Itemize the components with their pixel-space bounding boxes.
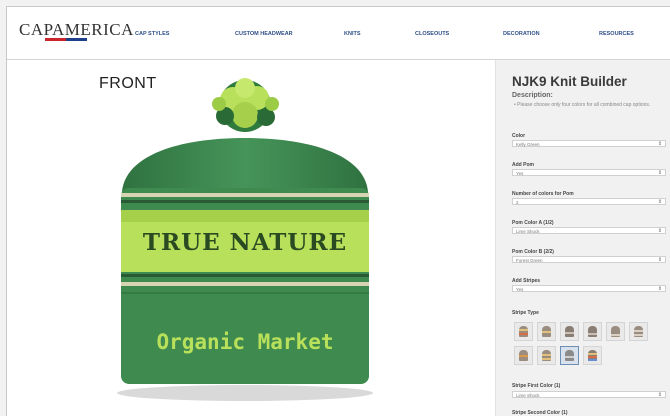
stripe-first-color-select[interactable]: Lime Shock ⇕ bbox=[512, 391, 666, 398]
stripe-type-option-3[interactable] bbox=[560, 322, 579, 341]
beanie-cuff-line bbox=[121, 292, 369, 294]
stripe-type-option-2[interactable] bbox=[537, 322, 556, 341]
pom-color-a-label: Pom Color A (1/2) bbox=[512, 220, 554, 226]
stripe-type-option-9[interactable] bbox=[560, 346, 579, 365]
color-select[interactable]: Kelly Green ⇕ bbox=[512, 140, 666, 147]
pom-pom bbox=[212, 78, 279, 132]
beanie-accent-stripe-1 bbox=[121, 193, 369, 197]
nav-decoration[interactable]: DECORATION bbox=[503, 31, 540, 37]
stripe-type-icon bbox=[634, 326, 643, 337]
preview-area: FRONT TRUE NATURE Organic Market bbox=[7, 60, 495, 416]
nav-custom-headwear[interactable]: CUSTOM HEADWEAR bbox=[235, 31, 293, 37]
stripe-type-icon bbox=[519, 326, 528, 337]
pom-color-b-label: Pom Color B (2/2) bbox=[512, 249, 554, 255]
beanie-band-shade bbox=[121, 210, 369, 222]
stripe-type-icon bbox=[519, 350, 528, 361]
chevron-updown-icon: ⇕ bbox=[657, 286, 662, 292]
stripe-type-option-6[interactable] bbox=[629, 322, 648, 341]
nav-knits[interactable]: KNITS bbox=[344, 31, 361, 37]
pom-colors-count-label: Number of colors for Pom bbox=[512, 191, 574, 197]
nav-cap-styles[interactable]: CAP STYLES bbox=[135, 31, 169, 37]
chevron-updown-icon: ⇕ bbox=[657, 257, 662, 263]
stripe-type-icon bbox=[611, 326, 620, 337]
app-window: CAPAMERICA CAP STYLES CUSTOM HEADWEAR KN… bbox=[6, 6, 670, 416]
add-pom-label: Add Pom bbox=[512, 162, 534, 168]
pom-color-a-value: Lime Shock bbox=[516, 229, 540, 234]
stripe-type-icon bbox=[565, 350, 574, 361]
chevron-updown-icon: ⇕ bbox=[657, 170, 662, 176]
add-stripes-select[interactable]: Yes ⇕ bbox=[512, 285, 666, 292]
stripe-type-label: Stripe Type bbox=[512, 310, 539, 316]
stripe-type-option-4[interactable] bbox=[583, 322, 602, 341]
color-label: Color bbox=[512, 133, 526, 139]
builder-panel: NJK9 Knit Builder Description: • Please … bbox=[495, 60, 670, 416]
stripe-type-option-10[interactable] bbox=[583, 346, 602, 365]
beanie-accent-stripe-2 bbox=[121, 282, 369, 286]
add-pom-value: Yes bbox=[516, 171, 524, 176]
beanie-preview: TRUE NATURE Organic Market bbox=[117, 78, 373, 401]
stripe-type-icon bbox=[542, 350, 551, 361]
bottom-text: Organic Market bbox=[156, 330, 333, 354]
stripe-type-icon bbox=[588, 350, 597, 361]
beanie-shadow bbox=[117, 385, 373, 401]
builder-title: NJK9 Knit Builder bbox=[512, 74, 627, 89]
pom-color-a-select[interactable]: Lime Shock ⇕ bbox=[512, 227, 666, 234]
add-pom-select[interactable]: Yes ⇕ bbox=[512, 169, 666, 176]
pom-color-b-value: Forest Green bbox=[516, 258, 543, 263]
stripe-type-option-5[interactable] bbox=[606, 322, 625, 341]
logo[interactable]: CAPAMERICA bbox=[19, 20, 134, 40]
chevron-updown-icon: ⇕ bbox=[657, 199, 662, 205]
stripe-type-option-1[interactable] bbox=[514, 322, 533, 341]
site-header: CAPAMERICA CAP STYLES CUSTOM HEADWEAR KN… bbox=[7, 7, 670, 60]
beanie-dark-stripe-1 bbox=[121, 200, 369, 203]
add-stripes-label: Add Stripes bbox=[512, 278, 541, 284]
beanie-crown bbox=[122, 138, 368, 192]
stripe-first-color-label: Stripe First Color (1) bbox=[512, 383, 561, 389]
pom-colors-count-value: 2 bbox=[516, 200, 519, 205]
description-text: • Please choose only four colors for all… bbox=[514, 102, 651, 108]
logo-stripe bbox=[45, 38, 87, 41]
color-value: Kelly Green bbox=[516, 142, 540, 147]
stripe-type-option-7[interactable] bbox=[514, 346, 533, 365]
chevron-updown-icon: ⇕ bbox=[657, 141, 662, 147]
add-stripes-value: Yes bbox=[516, 287, 524, 292]
stripe-type-icon bbox=[588, 326, 597, 337]
description-label: Description: bbox=[512, 92, 553, 99]
chevron-updown-icon: ⇕ bbox=[657, 228, 662, 234]
stripe-type-icon bbox=[565, 326, 574, 337]
band-text: TRUE NATURE bbox=[143, 229, 347, 256]
stripe-type-option-8[interactable] bbox=[537, 346, 556, 365]
pom-colors-count-select[interactable]: 2 ⇕ bbox=[512, 198, 666, 205]
stripe-first-color-value: Lime Shock bbox=[516, 393, 540, 398]
stripe-second-color-label: Stripe Second Color (1) bbox=[512, 410, 568, 416]
chevron-updown-icon: ⇕ bbox=[657, 392, 662, 398]
nav-resources[interactable]: RESOURCES bbox=[599, 31, 634, 37]
stripe-type-icon bbox=[542, 326, 551, 337]
beanie-dark-stripe-2 bbox=[121, 274, 369, 277]
pom-color-b-select[interactable]: Forest Green ⇕ bbox=[512, 256, 666, 263]
nav-closeouts[interactable]: CLOSEOUTS bbox=[415, 31, 449, 37]
